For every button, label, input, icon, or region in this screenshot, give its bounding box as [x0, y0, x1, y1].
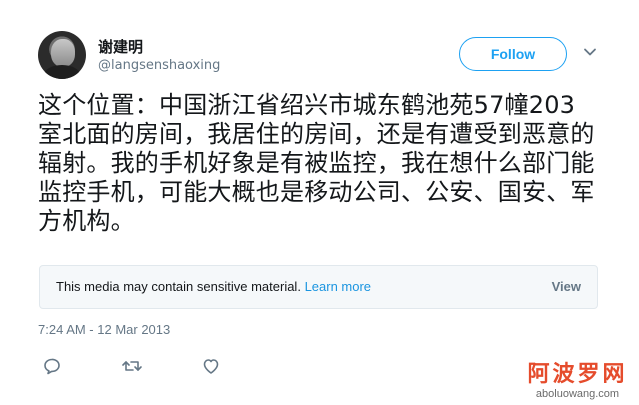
tweet-text: 这个位置：中国浙江省绍兴市城东鹤池苑57幢203室北面的房间，我居住的房间，还是…: [38, 91, 595, 235]
sensitive-media-message: This media may contain sensitive materia…: [56, 279, 371, 294]
avatar-shirt: [44, 65, 80, 79]
retweet-icon[interactable]: [121, 356, 143, 376]
follow-button[interactable]: Follow: [459, 37, 567, 71]
watermark-url: aboluowang.com: [535, 388, 620, 400]
reply-icon[interactable]: [42, 356, 64, 376]
author-display-name[interactable]: 谢建明: [98, 36, 143, 57]
view-media-button[interactable]: View: [552, 279, 581, 294]
sensitive-media-text: This media may contain sensitive materia…: [56, 279, 301, 294]
avatar-face: [51, 39, 75, 67]
watermark: 阿波罗网 aboluowang.com: [520, 362, 635, 400]
chevron-down-icon[interactable]: [583, 44, 597, 58]
avatar[interactable]: [38, 31, 86, 79]
learn-more-link[interactable]: Learn more: [305, 279, 371, 294]
watermark-title: 阿波罗网: [527, 362, 628, 387]
like-icon[interactable]: [201, 356, 223, 376]
author-handle[interactable]: @langsenshaoxing: [98, 58, 220, 73]
tweet-timestamp[interactable]: 7:24 AM - 12 Mar 2013: [38, 322, 170, 337]
sensitive-media-notice: This media may contain sensitive materia…: [39, 265, 598, 309]
